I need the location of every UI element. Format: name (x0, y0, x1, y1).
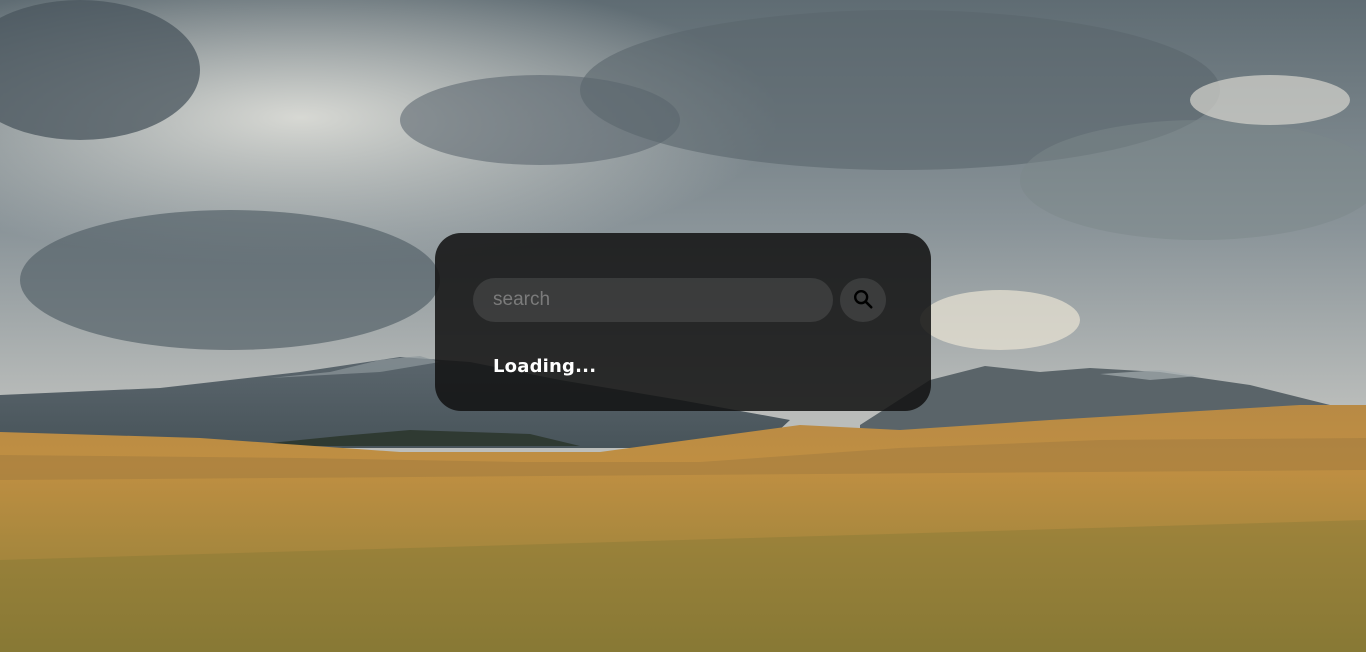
search-icon (852, 288, 874, 313)
search-button[interactable] (840, 278, 886, 322)
loading-text: Loading... (493, 356, 597, 377)
weather-card: Loading... (435, 233, 931, 411)
search-input[interactable] (473, 278, 833, 322)
